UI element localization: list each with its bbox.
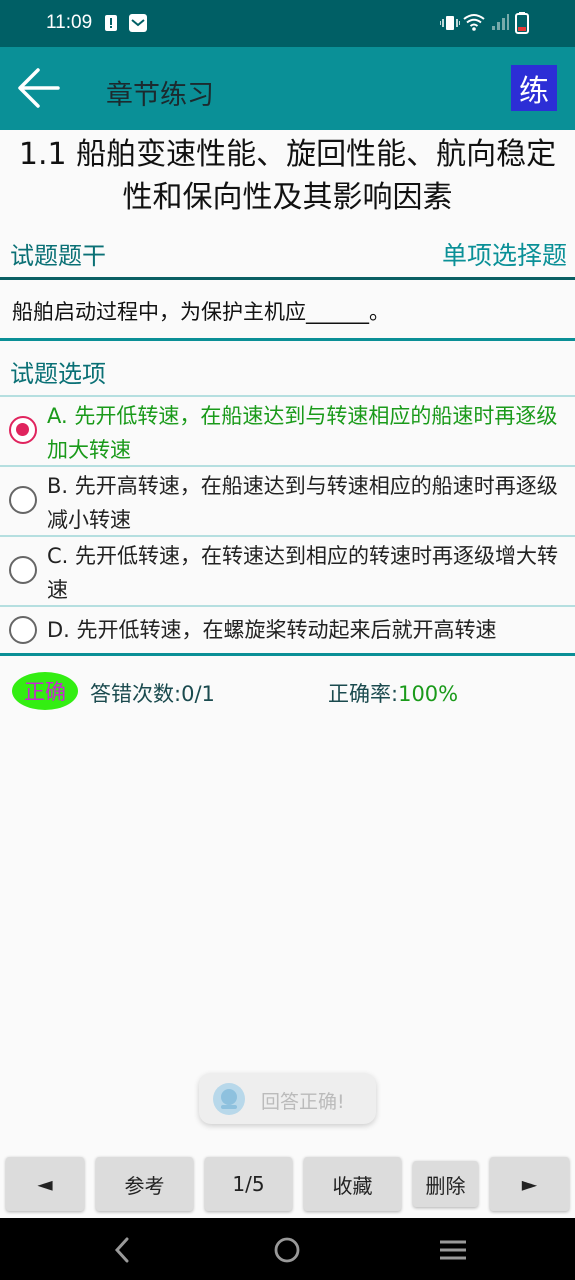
toast: 回答正确!	[199, 1073, 376, 1124]
accuracy: 正确率:100%	[328, 678, 458, 708]
chapter-title: 1.1 船舶变速性能、旋回性能、航向稳定性和保向性及其影响因素	[18, 137, 557, 215]
option-a-text: A. 先开低转速，在船速达到与转速相应的船速时再逐级加大转速	[47, 404, 558, 462]
question-type: 单项选择题	[441, 241, 567, 270]
practice-mode-button[interactable]: 练	[511, 65, 557, 111]
option-b[interactable]: B. 先开高转速，在船速达到与转速相应的船速时再逐级减小转速	[0, 467, 575, 535]
stem-label: 试题题干	[10, 242, 106, 270]
signal-icon	[491, 13, 509, 35]
nav-home-icon[interactable]	[272, 1235, 302, 1265]
radio-button[interactable]	[9, 556, 37, 584]
status-time: 11:09	[46, 12, 93, 33]
radio-button-checked[interactable]	[9, 416, 37, 444]
reference-button[interactable]: 参考	[96, 1157, 193, 1211]
divider	[0, 277, 575, 280]
wifi-icon	[463, 13, 485, 35]
vibrate-icon	[439, 14, 461, 36]
alert-icon	[104, 14, 118, 36]
back-button[interactable]	[14, 65, 64, 111]
mail-icon	[128, 13, 148, 37]
app-bar: 章节练习 练	[0, 47, 575, 130]
option-d-text: D. 先开低转速，在螺旋桨转动起来后就开高转速	[47, 618, 497, 642]
divider	[0, 653, 575, 656]
accuracy-label: 正确率:	[328, 682, 399, 706]
radio-button[interactable]	[9, 486, 37, 514]
prev-button[interactable]: ◄	[6, 1157, 84, 1211]
page-title: 章节练习	[106, 80, 214, 111]
status-bar: 11:09	[0, 0, 575, 47]
result-badge: 正确	[12, 672, 78, 710]
toast-text: 回答正确!	[261, 1091, 345, 1113]
option-c[interactable]: C. 先开低转速，在转速达到相应的转速时再逐级增大转速	[0, 537, 575, 605]
delete-button[interactable]: 删除	[413, 1161, 478, 1207]
wrong-count: 答错次数:0/1	[90, 678, 215, 708]
battery-icon	[515, 12, 529, 38]
option-a[interactable]: A. 先开低转速，在船速达到与转速相应的船速时再逐级加大转速	[0, 397, 575, 465]
options-label: 试题选项	[10, 360, 106, 388]
favorite-button[interactable]: 收藏	[304, 1157, 401, 1211]
option-c-text: C. 先开低转速，在转速达到相应的转速时再逐级增大转速	[47, 544, 559, 602]
accuracy-value: 100%	[398, 682, 459, 706]
divider	[0, 338, 575, 341]
wrong-count-label: 答错次数:	[90, 682, 182, 706]
back-arrow-icon	[18, 68, 60, 108]
app-icon	[213, 1083, 245, 1115]
wrong-count-value: 0/1	[181, 682, 215, 706]
system-nav-bar	[0, 1218, 575, 1280]
nav-menu-icon[interactable]	[438, 1235, 468, 1265]
option-d[interactable]: D. 先开低转速，在螺旋桨转动起来后就开高转速	[0, 607, 575, 653]
option-b-text: B. 先开高转速，在船速达到与转速相应的船速时再逐级减小转速	[47, 474, 558, 532]
page-indicator-button[interactable]: 1/5	[205, 1157, 292, 1211]
nav-back-icon[interactable]	[108, 1235, 138, 1265]
radio-button[interactable]	[9, 616, 37, 644]
next-button[interactable]: ►	[490, 1157, 569, 1211]
question-stem: 船舶启动过程中，为保护主机应______。	[12, 300, 390, 324]
